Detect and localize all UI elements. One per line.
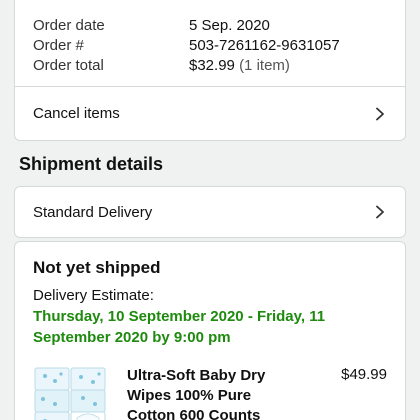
delivery-estimate-line1: Thursday, 10 September 2020 - Friday, 11: [33, 308, 326, 325]
chevron-right-icon: [376, 205, 384, 219]
order-date-value: 5 Sep. 2020: [189, 17, 270, 34]
order-total-value: $32.99 (1 item): [189, 56, 290, 76]
order-total-amount: $32.99: [189, 57, 235, 74]
order-number-value: 503-7261162-9631057: [189, 37, 340, 54]
order-total-row: Order total $32.99 (1 item): [33, 56, 405, 76]
product-thumbnail[interactable]: [33, 366, 111, 420]
item-title-line2: Wipes 100% Pure: [127, 387, 252, 404]
order-date-label: Order date: [33, 17, 105, 34]
delivery-estimate-label: Delivery Estimate:: [33, 287, 154, 304]
item-title-line1: Ultra-Soft Baby Dry: [127, 367, 266, 384]
item-title-line3: Cotton 600 Counts: [127, 407, 261, 420]
delivery-option-label: Standard Delivery: [33, 203, 153, 221]
shipment-status: Not yet shipped: [33, 258, 161, 277]
order-number-label: Order #: [33, 37, 84, 54]
delivery-option-card[interactable]: Standard Delivery: [14, 186, 406, 238]
shipment-card: Not yet shipped Delivery Estimate: Thurs…: [14, 241, 406, 420]
cancel-items-link[interactable]: Cancel items: [15, 87, 405, 140]
order-summary: Order date 5 Sep. 2020 Order # 503-72611…: [15, 0, 405, 87]
order-total-label: Order total: [33, 57, 104, 74]
order-date-row: Order date 5 Sep. 2020: [33, 16, 405, 36]
order-summary-card: Order date 5 Sep. 2020 Order # 503-72611…: [14, 0, 406, 141]
delivery-option-row[interactable]: Standard Delivery: [15, 187, 405, 237]
cancel-items-label: Cancel items: [33, 105, 120, 122]
shipment-details-title: Shipment details: [19, 154, 164, 174]
item-title[interactable]: Ultra-Soft Baby Dry Wipes 100% Pure Cott…: [127, 366, 297, 420]
delivery-estimate-line2: September 2020 by 9:00 pm: [33, 329, 231, 346]
order-number-row: Order # 503-7261162-9631057: [33, 36, 405, 56]
order-item-count: (1 item): [239, 57, 290, 74]
chevron-right-icon: [376, 107, 384, 120]
order-item[interactable]: Ultra-Soft Baby Dry Wipes 100% Pure Cott…: [33, 366, 387, 420]
product-thumbnail-image: [34, 367, 106, 420]
item-price: $49.99: [341, 366, 387, 383]
